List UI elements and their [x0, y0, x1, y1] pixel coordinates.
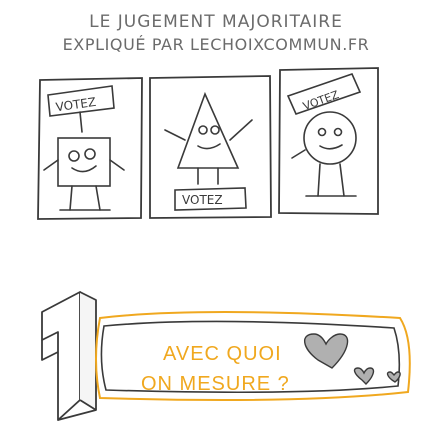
circle-body	[303, 111, 357, 165]
question-line-2: ON MESURE ?	[141, 373, 290, 395]
question-line-1: AVEC QUOI	[163, 343, 282, 365]
heart-icons	[304, 333, 401, 385]
medium-heart-icon	[353, 367, 375, 385]
square-body	[57, 137, 111, 187]
triangle-body	[176, 91, 240, 169]
large-heart-icon	[304, 333, 349, 369]
step-number-one	[41, 291, 97, 421]
middle-sign-text: VOTEZ	[182, 193, 223, 207]
